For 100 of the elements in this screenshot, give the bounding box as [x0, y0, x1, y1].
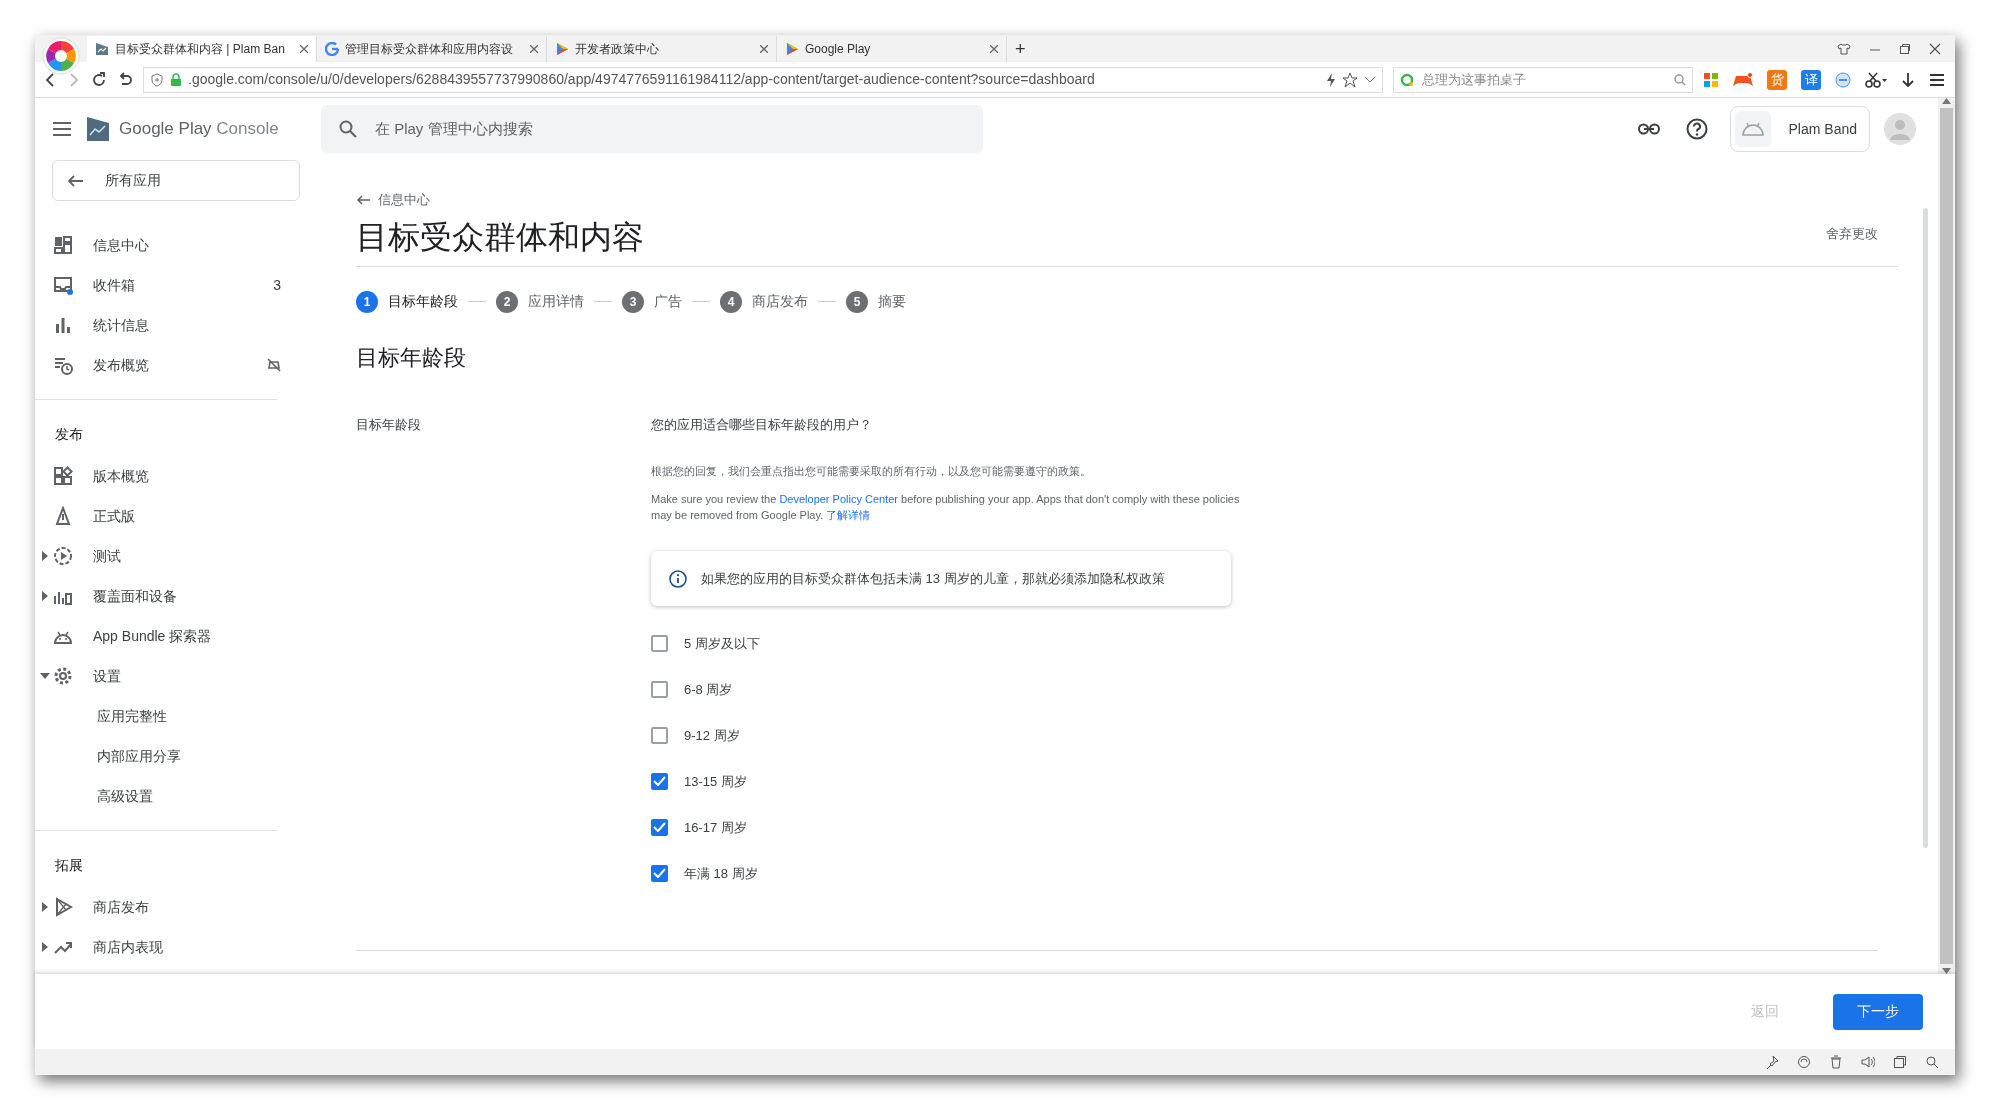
minus-circle-icon[interactable]	[1835, 71, 1851, 88]
next-button[interactable]: 下一步	[1833, 993, 1923, 1030]
zoom-icon[interactable]	[1925, 1055, 1939, 1069]
browser-tab[interactable]: 管理目标受众群体和应用内容设	[317, 36, 547, 62]
caret-right-icon[interactable]	[42, 902, 48, 912]
link-icon[interactable]	[1637, 123, 1660, 135]
pin-icon[interactable]	[1765, 1055, 1779, 1069]
back-icon[interactable]	[43, 72, 57, 87]
nav-item[interactable]: 商店发布	[35, 887, 311, 927]
star-icon[interactable]	[1342, 71, 1358, 88]
nav-item[interactable]: 应用完整性	[35, 696, 311, 736]
step-label[interactable]: 商店发布	[752, 291, 808, 313]
nav-item[interactable]: 商店内表现	[35, 927, 311, 967]
nav-item[interactable]: 版本概览	[35, 456, 311, 496]
scroll-up-icon[interactable]	[1942, 98, 1951, 104]
option-label: 13-15 周岁	[684, 772, 747, 791]
scissors-icon[interactable]	[1865, 71, 1887, 88]
nav-item[interactable]: App Bundle 探索器	[35, 616, 311, 656]
policy-note: Make sure you review the Developer Policy Center before publishing your app. Apps that don't comply with these policies may be removed from Google Play. 了解详情	[651, 492, 1241, 524]
browser-tab[interactable]: 开发者政策中心	[547, 36, 777, 62]
option-label: 9-12 周岁	[684, 726, 740, 745]
close-icon[interactable]	[990, 45, 998, 53]
checkbox[interactable]	[651, 864, 668, 882]
step-number[interactable]: 3	[622, 290, 644, 313]
policy-link[interactable]: Developer Policy Center	[779, 493, 898, 506]
option-label: 年满 18 周岁	[684, 864, 758, 883]
note-text: 根据您的回复，我们会重点指出您可能需要采取的所有行动，以及您可能需要遵守的政策。	[651, 463, 1092, 479]
account-button[interactable]: Plam Band	[1729, 106, 1870, 152]
step-label[interactable]: 广告	[654, 291, 682, 313]
nav-item[interactable]: 统计信息	[35, 305, 311, 345]
section-title: 目标年龄段	[356, 344, 467, 372]
step-number[interactable]: 2	[496, 290, 518, 313]
nav-item[interactable]: 收件箱 3	[35, 265, 311, 305]
shirt-icon[interactable]	[1837, 42, 1851, 55]
breadcrumb-link[interactable]: 信息中心	[356, 190, 1898, 210]
nav-item[interactable]: 信息中心	[35, 225, 311, 265]
scrollbar[interactable]	[1923, 208, 1928, 848]
scroll-down-icon[interactable]	[1942, 968, 1951, 974]
step-label[interactable]: 摘要	[878, 291, 906, 313]
close-icon[interactable]	[1929, 42, 1941, 55]
dashboard-icon	[53, 235, 73, 255]
all-apps-button[interactable]: 所有应用	[52, 160, 300, 201]
nav-item[interactable]: 发布概览	[35, 345, 311, 385]
nav-item[interactable]: 内部应用分享	[35, 736, 311, 776]
new-tab-button[interactable]: +	[1007, 36, 1034, 62]
dropdown-icon[interactable]	[1364, 75, 1376, 84]
gamepad-icon[interactable]	[1733, 71, 1753, 88]
download-icon[interactable]	[1901, 71, 1915, 88]
nav-item[interactable]: 正式版	[35, 496, 311, 536]
checkbox[interactable]	[651, 818, 668, 836]
maximize-icon[interactable]	[1899, 42, 1911, 55]
checkbox[interactable]	[651, 772, 668, 790]
search-icon[interactable]	[1674, 73, 1686, 86]
brand-name: Google Play Console	[119, 118, 279, 141]
refresh-icon[interactable]	[1797, 1055, 1811, 1069]
close-icon[interactable]	[530, 45, 538, 53]
search-input[interactable]: 在 Play 管理中心内搜索	[373, 116, 965, 142]
trash-icon[interactable]	[1829, 1055, 1843, 1069]
menu-icon[interactable]	[1929, 72, 1945, 87]
address-field[interactable]: .google.com/console/u/0/developers/6288439557737990860/app/4974776591161984112/app-content/target-audience-content?source=dashboard	[143, 66, 1383, 93]
step-number[interactable]: 4	[720, 290, 742, 313]
scrollbar-thumb[interactable]	[1940, 108, 1953, 964]
caret-right-icon[interactable]	[42, 942, 48, 952]
window-icon[interactable]	[1893, 1055, 1907, 1069]
search-field[interactable]: 在 Play 管理中心内搜索	[321, 105, 983, 153]
caret-right-icon[interactable]	[42, 591, 48, 601]
undo-icon[interactable]	[117, 71, 133, 88]
nav-item[interactable]: 设置	[35, 656, 311, 696]
search-input[interactable]: 总理为这事拍桌子	[1420, 68, 1668, 91]
checkbox[interactable]	[651, 726, 668, 744]
grid-icon[interactable]	[1703, 71, 1719, 88]
search-field[interactable]: 总理为这事拍桌子	[1393, 66, 1693, 93]
step-label[interactable]: 应用详情	[528, 291, 584, 313]
reload-icon[interactable]	[91, 71, 107, 88]
close-icon[interactable]	[300, 45, 308, 53]
extension-button[interactable]: 译	[1801, 69, 1821, 90]
shield-icon	[150, 72, 164, 87]
discard-button[interactable]: 舍弃更改	[1826, 224, 1898, 256]
learn-more-link[interactable]: 了解详情	[826, 509, 871, 522]
speaker-icon[interactable]	[1861, 1055, 1875, 1069]
lightning-icon[interactable]	[1326, 72, 1336, 87]
play-logo-icon	[785, 42, 799, 56]
option-label: 5 周岁及以下	[684, 634, 760, 653]
step-number[interactable]: 1	[356, 290, 378, 313]
browser-tab[interactable]: 目标受众群体和内容 | Plam Ban	[87, 36, 317, 62]
checkbox[interactable]	[651, 680, 668, 698]
step-number[interactable]: 5	[846, 290, 868, 313]
checkbox[interactable]	[651, 634, 668, 652]
unread-count: 3	[273, 275, 281, 295]
browser-tab[interactable]: Google Play	[777, 36, 1007, 62]
nav-item[interactable]: 测试	[35, 536, 311, 576]
menu-icon[interactable]	[53, 122, 71, 136]
inbox-icon	[53, 275, 73, 295]
caret-right-icon[interactable]	[42, 551, 48, 561]
nav-item[interactable]: 高级设置	[35, 776, 311, 816]
caret-down-icon[interactable]	[40, 673, 50, 679]
help-icon[interactable]	[1685, 118, 1708, 140]
close-icon[interactable]	[760, 45, 768, 53]
nav-item[interactable]: 覆盖面和设备	[35, 576, 311, 616]
step-label[interactable]: 目标年龄段	[388, 291, 458, 313]
